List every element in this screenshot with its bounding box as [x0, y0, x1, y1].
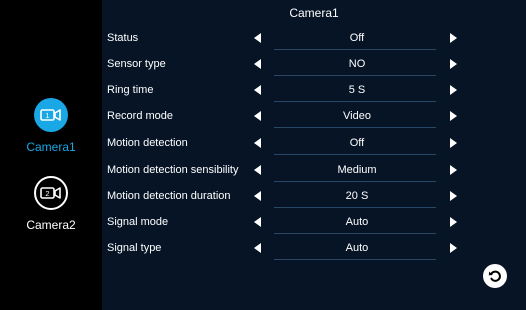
- right-arrow-icon[interactable]: [450, 111, 457, 121]
- divider: [274, 154, 436, 155]
- divider: [274, 49, 436, 50]
- setting-label: Record mode: [107, 110, 174, 122]
- setting-row-motion-detection: Motion detection Off: [102, 130, 526, 156]
- setting-row-motion-detection-sensibility: Motion detection sensibility Medium: [102, 157, 526, 183]
- setting-label: Signal type: [107, 242, 162, 254]
- right-arrow-icon[interactable]: [450, 243, 457, 253]
- right-arrow-icon[interactable]: [450, 138, 457, 148]
- left-arrow-icon[interactable]: [254, 59, 261, 69]
- divider: [274, 127, 436, 128]
- divider: [274, 233, 436, 234]
- right-arrow-icon[interactable]: [450, 217, 457, 227]
- page-title: Camera1: [289, 6, 339, 20]
- left-arrow-icon[interactable]: [254, 111, 261, 121]
- left-arrow-icon[interactable]: [254, 138, 261, 148]
- divider: [274, 75, 436, 76]
- setting-value: Medium: [337, 164, 377, 176]
- left-arrow-icon[interactable]: [254, 165, 261, 175]
- left-arrow-icon[interactable]: [254, 85, 261, 95]
- setting-row-sensor-type: Sensor type NO: [102, 51, 526, 77]
- setting-row-signal-mode: Signal mode Auto: [102, 209, 526, 235]
- setting-row-ring-time: Ring time 5 S: [102, 77, 526, 103]
- right-arrow-icon[interactable]: [450, 33, 457, 43]
- setting-label: Motion detection duration: [107, 190, 231, 202]
- left-arrow-icon[interactable]: [254, 191, 261, 201]
- left-arrow-icon[interactable]: [254, 243, 261, 253]
- setting-value: Off: [349, 32, 365, 44]
- setting-row-motion-detection-duration: Motion detection duration 20 S: [102, 183, 526, 209]
- left-arrow-icon[interactable]: [254, 217, 261, 227]
- setting-label: Motion detection: [107, 137, 188, 149]
- divider: [274, 259, 436, 260]
- right-arrow-icon[interactable]: [450, 85, 457, 95]
- setting-value: Auto: [345, 242, 369, 254]
- sidebar-item-camera1[interactable]: 1 Camera1: [0, 98, 102, 154]
- setting-value: Auto: [345, 216, 369, 228]
- divider: [274, 101, 436, 102]
- left-arrow-icon[interactable]: [254, 33, 261, 43]
- back-button[interactable]: [483, 264, 507, 288]
- back-icon: [488, 270, 501, 282]
- setting-value: Off: [349, 137, 365, 149]
- setting-row-status: Status Off: [102, 25, 526, 51]
- camera-sidebar: 1 Camera1 2 Camera2: [0, 0, 102, 310]
- setting-value: NO: [348, 58, 366, 70]
- camera-1-icon: 1: [34, 98, 68, 132]
- right-arrow-icon[interactable]: [450, 165, 457, 175]
- divider: [274, 207, 436, 208]
- svg-text:2: 2: [45, 189, 49, 198]
- camera-2-icon: 2: [34, 176, 68, 210]
- right-arrow-icon[interactable]: [450, 59, 457, 69]
- right-arrow-icon[interactable]: [450, 191, 457, 201]
- setting-label: Signal mode: [107, 216, 169, 228]
- setting-label: Status: [107, 32, 139, 44]
- sidebar-item-camera2[interactable]: 2 Camera2: [0, 176, 102, 232]
- svg-text:1: 1: [45, 111, 49, 120]
- setting-label: Ring time: [107, 84, 154, 96]
- settings-panel: Camera1 Status Off Sensor type NO Ring t…: [102, 0, 526, 310]
- camera1-label: Camera1: [26, 140, 76, 154]
- setting-label: Motion detection sensibility: [107, 164, 239, 176]
- setting-value: 5 S: [348, 84, 366, 96]
- setting-label: Sensor type: [107, 58, 166, 70]
- setting-row-record-mode: Record mode Video: [102, 103, 526, 129]
- camera2-label: Camera2: [26, 218, 76, 232]
- setting-row-signal-type: Signal type Auto: [102, 235, 526, 261]
- divider: [274, 181, 436, 182]
- setting-value: 20 S: [345, 190, 369, 202]
- setting-value: Video: [343, 110, 371, 122]
